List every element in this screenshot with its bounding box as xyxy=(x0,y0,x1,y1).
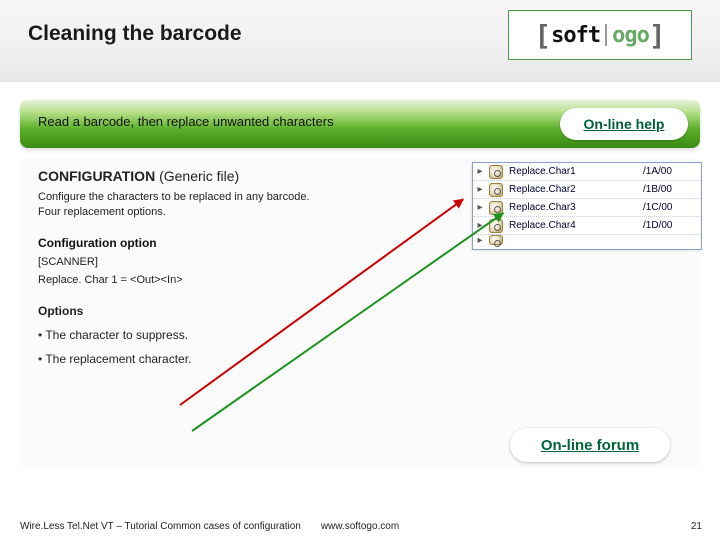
config-snippet: ▸ Replace.Char1 /1A/00 ▸ Replace.Char2 /… xyxy=(472,162,702,250)
content-panel: CONFIGURATION (Generic file) Configure t… xyxy=(20,158,700,468)
option-replacement: The replacement character. xyxy=(38,352,682,366)
online-help-label: On-line help xyxy=(584,116,665,132)
snippet-row: ▸ Replace.Char1 /1A/00 xyxy=(473,163,701,181)
expand-icon: ▸ xyxy=(473,166,485,177)
brand-logo: [ soft ogo ] xyxy=(508,10,692,60)
snippet-row: ▸ Replace.Char4 /1D/00 xyxy=(473,217,701,235)
snippet-row: ▸ Replace.Char2 /1B/00 xyxy=(473,181,701,199)
expand-icon: ▸ xyxy=(473,235,485,246)
option-suppress: The character to suppress. xyxy=(38,328,682,342)
expand-icon: ▸ xyxy=(473,184,485,195)
snippet-row: ▸ xyxy=(473,235,701,249)
config-example: Replace. Char 1 = <Out><In> xyxy=(38,274,682,286)
page-number: 21 xyxy=(691,521,702,532)
online-forum-label: On-line forum xyxy=(541,437,639,454)
lead-text: Read a barcode, then replace unwanted ch… xyxy=(38,114,334,129)
key-icon xyxy=(489,183,503,197)
online-forum-link[interactable]: On-line forum xyxy=(510,428,670,462)
arrow-suppress-icon xyxy=(179,198,463,405)
key-icon xyxy=(489,165,503,179)
expand-icon: ▸ xyxy=(473,202,485,213)
config-section: [SCANNER] xyxy=(38,256,682,268)
online-help-link[interactable]: On-line help xyxy=(560,108,688,140)
page-title: Cleaning the barcode xyxy=(28,22,242,46)
lead-bar: Read a barcode, then replace unwanted ch… xyxy=(20,100,700,148)
snippet-row: ▸ Replace.Char3 /1C/00 xyxy=(473,199,701,217)
key-icon xyxy=(489,235,503,245)
footer: Wire.Less Tel.Net VT – Tutorial Common c… xyxy=(0,521,720,532)
footer-site: www.softogo.com xyxy=(0,521,720,532)
